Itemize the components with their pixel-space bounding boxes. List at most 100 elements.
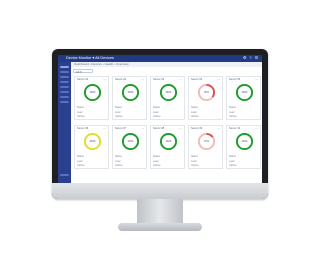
card-menu-icon[interactable]: ⋯ [179,126,182,130]
status-card[interactable]: Server 04 ⋯ 35% Status Load Uptime [188,76,223,120]
card-meta-label: Uptime [115,164,123,167]
status-ring-value: 100% [127,91,134,94]
screen: Device Monitor ▾ All Devices ⚙ ? ☰ Dashb… [58,55,262,183]
status-ring-value: 100% [165,140,172,143]
card-menu-icon[interactable]: ⋯ [141,77,144,81]
status-card[interactable]: Server 10 ⋯ 100% Status Load Uptime [226,125,261,169]
sidebar-item-account[interactable] [60,174,69,176]
status-ring: 100% [83,132,102,151]
card-meta-label: Uptime [115,115,123,118]
card-title: Server 05 [229,78,241,81]
dashboard-content: All ▾ Server 01 ⋯ 100% Status Load Uptime Serv… [71,67,262,183]
card-meta-label: Load [115,159,121,163]
card-meta-label: Status [153,106,160,109]
titlebar-icons[interactable]: ⚙ ? ☰ [243,55,259,62]
status-card[interactable]: Server 08 ⋯ 100% Status Load Uptime [150,125,185,169]
card-title: Server 03 [153,78,165,81]
card-title: Server 09 [191,127,203,130]
status-ring-value: 100% [241,91,248,94]
status-card[interactable]: Server 07 ⋯ 100% Status Load Uptime [112,125,147,169]
monitor-chin [52,183,268,199]
status-ring: 100% [159,132,178,151]
status-ring-value: 100% [89,140,96,143]
card-meta-label: Status [191,106,198,109]
sidebar-item-dashboard[interactable] [60,66,69,68]
sidebar-item-devices[interactable] [60,71,69,73]
status-card[interactable]: Server 02 ⋯ 100% Status Load Uptime [112,76,147,120]
card-meta-label: Status [229,106,236,109]
status-card[interactable]: Server 01 ⋯ 100% Status Load Uptime [74,76,109,120]
card-meta-label: Uptime [229,164,237,167]
filter-dropdown[interactable]: All ▾ [73,69,93,74]
card-menu-icon[interactable]: ⋯ [103,77,106,81]
status-ring: 100% [235,83,254,102]
sidebar-item-settings[interactable] [60,96,69,98]
card-meta-label: Load [191,159,197,163]
card-meta-label: Status [229,155,236,158]
app-title[interactable]: Device Monitor ▾ All Devices [66,55,114,62]
card-title: Server 07 [115,127,127,130]
card-title: Server 10 [229,127,241,130]
card-title: Server 02 [115,78,127,81]
card-meta-label: Load [153,159,159,163]
monitor: Device Monitor ▾ All Devices ⚙ ? ☰ Dashb… [52,49,268,199]
card-meta-label: Uptime [229,115,237,118]
status-ring: 100% [235,132,254,151]
card-meta-label: Status [191,155,198,158]
card-meta-label: Load [115,110,121,114]
card-menu-icon[interactable]: ⋯ [217,77,220,81]
status-ring-value: 100% [127,140,134,143]
card-meta-label: Uptime [153,164,161,167]
card-title: Server 01 [77,78,89,81]
card-meta-label: Uptime [191,115,199,118]
status-ring-value: 100% [165,91,172,94]
card-menu-icon[interactable]: ⋯ [217,126,220,130]
sidebar-item-users[interactable] [60,91,69,93]
card-meta-label: Load [229,110,235,114]
card-meta-label: Load [77,110,83,114]
status-ring: 15% [197,132,216,151]
card-meta-label: Load [77,159,83,163]
card-title: Server 08 [153,127,165,130]
status-card[interactable]: Server 06 ⋯ 100% Status Load Uptime [74,125,109,169]
card-title: Server 04 [191,78,203,81]
status-ring: 100% [159,83,178,102]
status-ring: 35% [197,83,216,102]
card-meta-label: Load [191,110,197,114]
card-meta-label: Uptime [77,115,85,118]
status-ring: 100% [121,132,140,151]
sidebar-item-logs[interactable] [60,86,69,88]
sidebar-item-help[interactable] [60,101,69,103]
card-menu-icon[interactable]: ⋯ [255,77,258,81]
card-menu-icon[interactable]: ⋯ [103,126,106,130]
status-ring-value: 100% [89,91,96,94]
card-meta-label: Status [77,106,84,109]
card-meta-label: Status [153,155,160,158]
sidebar-item-alerts[interactable] [60,76,69,78]
status-card[interactable]: Server 05 ⋯ 100% Status Load Uptime [226,76,261,120]
status-ring: 100% [83,83,102,102]
card-menu-icon[interactable]: ⋯ [141,126,144,130]
card-meta-label: Status [77,155,84,158]
card-meta-label: Load [229,159,235,163]
card-meta-label: Load [153,110,159,114]
card-menu-icon[interactable]: ⋯ [179,77,182,81]
status-ring-value: 15% [204,140,210,143]
card-meta-label: Status [115,155,122,158]
status-ring: 100% [121,83,140,102]
title-bar: Device Monitor ▾ All Devices ⚙ ? ☰ [58,55,262,62]
card-title: Server 06 [77,127,89,130]
card-menu-icon[interactable]: ⋯ [255,126,258,130]
status-card[interactable]: Server 03 ⋯ 100% Status Load Uptime [150,76,185,120]
status-card[interactable]: Server 09 ⋯ 15% Status Load Uptime [188,125,223,169]
card-meta-label: Uptime [191,164,199,167]
card-meta-label: Status [115,106,122,109]
status-ring-value: 100% [241,140,248,143]
monitor-base [118,223,202,231]
status-ring-value: 35% [204,91,210,94]
sidebar [58,62,71,183]
card-meta-label: Uptime [153,115,161,118]
monitor-stand [137,199,183,225]
card-meta-label: Uptime [77,164,85,167]
sidebar-item-reports[interactable] [60,81,69,83]
